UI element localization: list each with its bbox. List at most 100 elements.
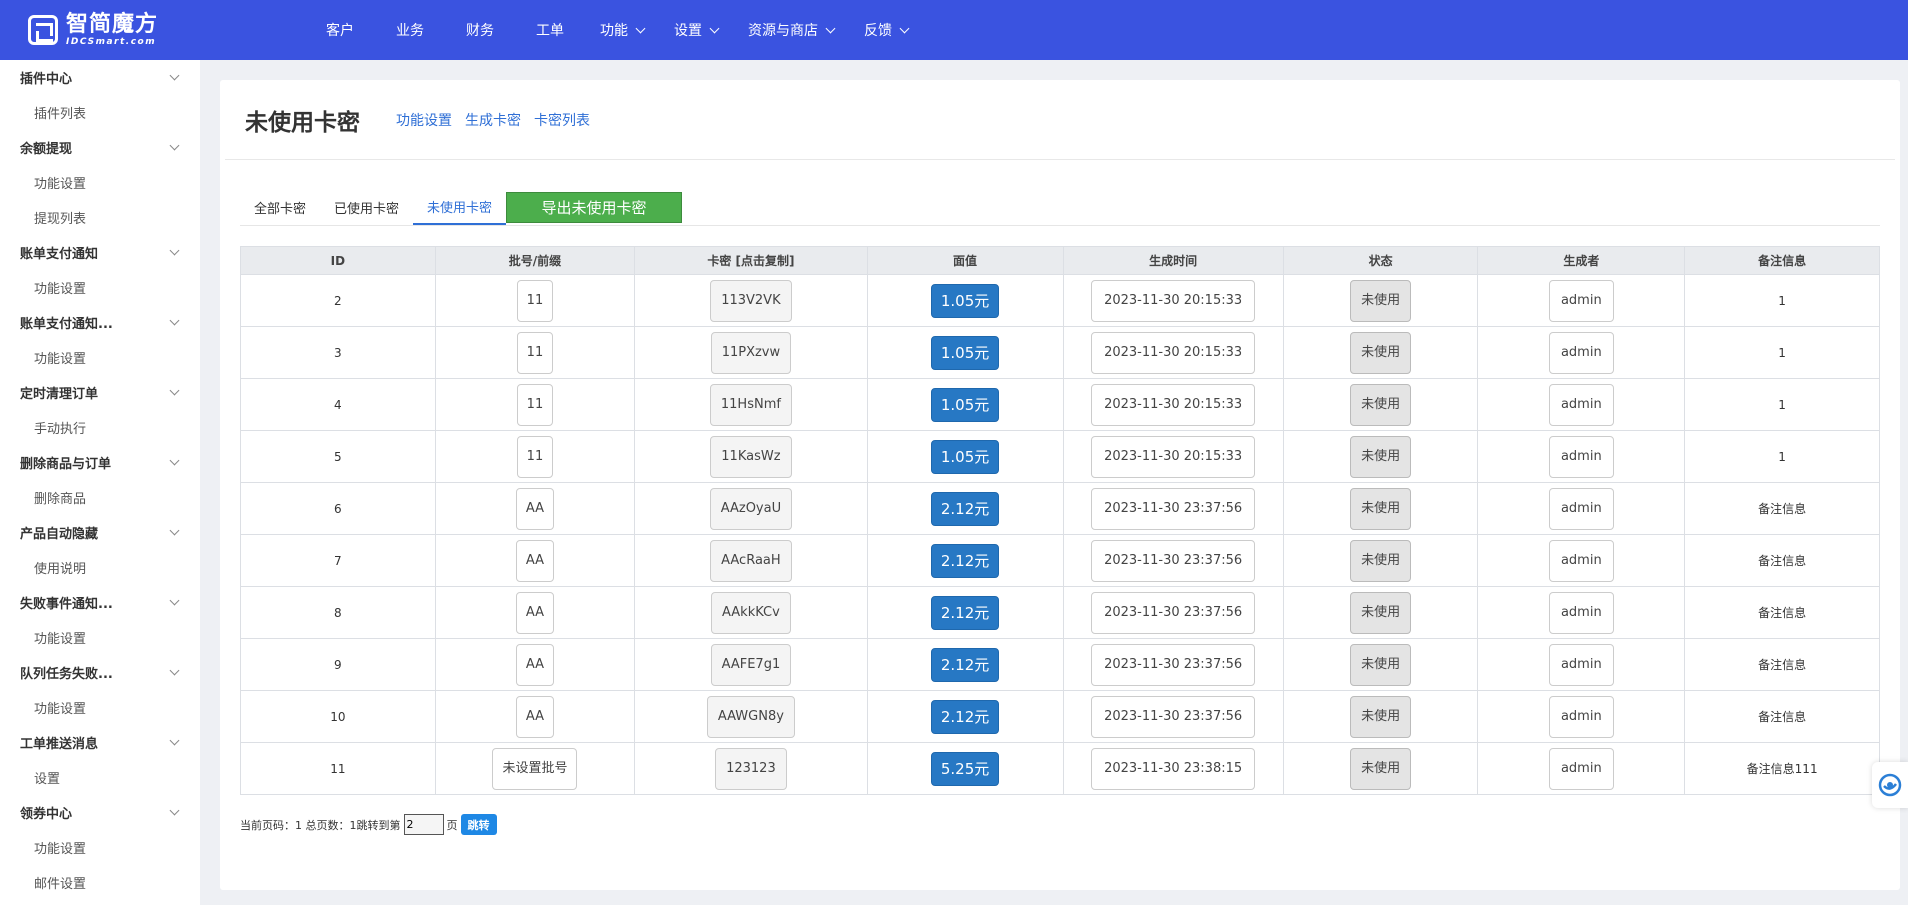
sidebar-group-label: 工单推送消息 xyxy=(20,737,99,752)
card-code[interactable]: AAkkKCv xyxy=(711,591,791,634)
cell-id: 5 xyxy=(240,430,436,483)
jump-page-input[interactable] xyxy=(403,814,444,835)
nav-item-6[interactable]: 设置 xyxy=(674,20,720,40)
card-table: ID 批号/前缀 卡密 [点击复制] 面值 生成时间 状态 生成者 备注信息 2… xyxy=(240,246,1880,795)
cell-status: 未使用 xyxy=(1282,534,1479,587)
customer-service-button[interactable] xyxy=(1872,762,1908,808)
sidebar-group[interactable]: 失败事件通知... xyxy=(0,585,200,620)
sidebar-group-label: 插件中心 xyxy=(20,72,73,87)
sidebar: 插件中心 插件列表 余额提现 功能设置 提现列表 账单支付通知 功能设置 账单支付通知... 功… xyxy=(0,60,200,905)
link-generate-cards[interactable]: 生成卡密 xyxy=(465,110,521,130)
sidebar-group-label: 删除商品与订单 xyxy=(20,457,112,472)
link-card-list[interactable]: 卡密列表 xyxy=(534,110,590,130)
nav-item-2[interactable]: 业务 xyxy=(396,20,424,40)
sidebar-group[interactable]: 工单推送消息 xyxy=(0,725,200,760)
sidebar-item[interactable]: 功能设置 xyxy=(0,690,200,725)
sidebar-item[interactable]: 功能设置 xyxy=(0,165,200,200)
cell-code: AAWGN8y xyxy=(634,690,868,743)
brand-logo[interactable]: 智简魔方 IDCSmart.com xyxy=(0,11,200,47)
table-row: 7 AA AAcRaaH 2.12元 2023-11-30 23:37:56 未使用 adm… xyxy=(240,534,1880,587)
jump-button[interactable]: 跳转 xyxy=(460,814,497,835)
cell-note: 备注信息 xyxy=(1684,534,1880,587)
card-code[interactable]: 123123 xyxy=(715,747,787,790)
cell-note: 备注信息 xyxy=(1684,690,1880,743)
face-value-badge: 2.12元 xyxy=(930,647,1000,682)
cell-creator: admin xyxy=(1477,430,1686,483)
sidebar-group[interactable]: 定时清理订单 xyxy=(0,375,200,410)
cell-status: 未使用 xyxy=(1282,378,1479,431)
cell-time: 2023-11-30 20:15:33 xyxy=(1062,430,1284,483)
chevron-down-icon xyxy=(169,140,180,151)
status-badge: 未使用 xyxy=(1350,279,1412,322)
cell-id: 3 xyxy=(240,326,436,379)
cell-value: 5.25元 xyxy=(866,742,1064,795)
nav-item-label: 反馈 xyxy=(864,23,892,39)
sidebar-group[interactable]: 队列任务失败... xyxy=(0,655,200,690)
card-code[interactable]: AAcRaaH xyxy=(710,539,792,582)
created-time: 2023-11-30 20:15:33 xyxy=(1091,383,1256,426)
sidebar-item[interactable]: 功能设置 xyxy=(0,340,200,375)
cell-batch: AA xyxy=(434,586,636,639)
creator-pill: admin xyxy=(1548,643,1614,686)
tab-unused-cards[interactable]: 未使用卡密 xyxy=(413,189,507,225)
sidebar-item[interactable]: 功能设置 xyxy=(0,620,200,655)
brand-name: 智简魔方 xyxy=(66,11,159,37)
face-value-badge: 2.12元 xyxy=(930,595,1000,630)
tab-all-cards[interactable]: 全部卡密 xyxy=(240,189,320,225)
chevron-down-icon xyxy=(709,23,720,33)
card-code[interactable]: AAFE7g1 xyxy=(710,643,792,686)
sidebar-group[interactable]: 领券中心 xyxy=(0,795,200,830)
batch-pill: 11 xyxy=(516,383,554,426)
cell-value: 1.05元 xyxy=(866,430,1064,483)
cell-note: 备注信息 xyxy=(1684,586,1880,639)
sidebar-item[interactable]: 手动执行 xyxy=(0,410,200,445)
cell-time: 2023-11-30 23:37:56 xyxy=(1062,586,1284,639)
sidebar-item[interactable]: 功能设置 xyxy=(0,270,200,305)
card-code[interactable]: 11HsNmf xyxy=(709,383,792,426)
sidebar-group[interactable]: 删除商品与订单 xyxy=(0,445,200,480)
jump-prefix: 跳转到第 xyxy=(356,818,401,832)
created-time: 2023-11-30 23:37:56 xyxy=(1091,643,1256,686)
sidebar-item[interactable]: 邮件设置 xyxy=(0,865,200,900)
card-code[interactable]: 11PXzvw xyxy=(710,331,792,374)
chevron-down-icon xyxy=(169,525,180,536)
sidebar-group[interactable]: 余额提现 xyxy=(0,130,200,165)
cell-id: 10 xyxy=(240,690,436,743)
batch-pill: AA xyxy=(515,643,555,686)
tab-used-cards[interactable]: 已使用卡密 xyxy=(320,189,413,225)
nav-item-8[interactable]: 反馈 xyxy=(864,20,910,40)
sidebar-item[interactable]: 设置 xyxy=(0,760,200,795)
link-feature-settings[interactable]: 功能设置 xyxy=(396,110,452,130)
sidebar-item[interactable]: 使用说明 xyxy=(0,550,200,585)
nav-item-7[interactable]: 资源与商店 xyxy=(748,20,836,40)
batch-pill: AA xyxy=(515,539,555,582)
sidebar-item[interactable]: 功能设置 xyxy=(0,830,200,865)
export-unused-button[interactable]: 导出未使用卡密 xyxy=(506,192,683,223)
logo-icon xyxy=(28,15,58,45)
cell-value: 2.12元 xyxy=(866,534,1064,587)
nav-item-1[interactable]: 客户 xyxy=(326,20,354,40)
sidebar-item[interactable]: 插件列表 xyxy=(0,95,200,130)
cell-code: 11KasWz xyxy=(634,430,868,483)
nav-item-4[interactable]: 工单 xyxy=(536,20,564,40)
creator-pill: admin xyxy=(1548,487,1614,530)
sidebar-group[interactable]: 账单支付通知... xyxy=(0,305,200,340)
card-code[interactable]: AAzOyaU xyxy=(709,487,793,530)
cell-creator: admin xyxy=(1477,638,1686,691)
sidebar-group[interactable]: 插件中心 xyxy=(0,60,200,95)
card-code[interactable]: AAWGN8y xyxy=(706,695,795,738)
sidebar-group[interactable]: 产品自动隐藏 xyxy=(0,515,200,550)
cell-note: 备注信息 xyxy=(1684,638,1880,691)
card-header: 未使用卡密 功能设置 生成卡密 卡密列表 xyxy=(225,80,1895,160)
cell-note: 1 xyxy=(1684,430,1880,483)
card-code[interactable]: 11KasWz xyxy=(710,435,792,478)
cell-creator: admin xyxy=(1477,274,1686,327)
card-code[interactable]: 113V2VK xyxy=(710,279,792,322)
status-badge: 未使用 xyxy=(1350,435,1412,478)
nav-item-5[interactable]: 功能 xyxy=(600,20,646,40)
cell-id: 9 xyxy=(240,638,436,691)
sidebar-group[interactable]: 账单支付通知 xyxy=(0,235,200,270)
sidebar-item[interactable]: 删除商品 xyxy=(0,480,200,515)
sidebar-item[interactable]: 提现列表 xyxy=(0,200,200,235)
nav-item-3[interactable]: 财务 xyxy=(466,20,494,40)
